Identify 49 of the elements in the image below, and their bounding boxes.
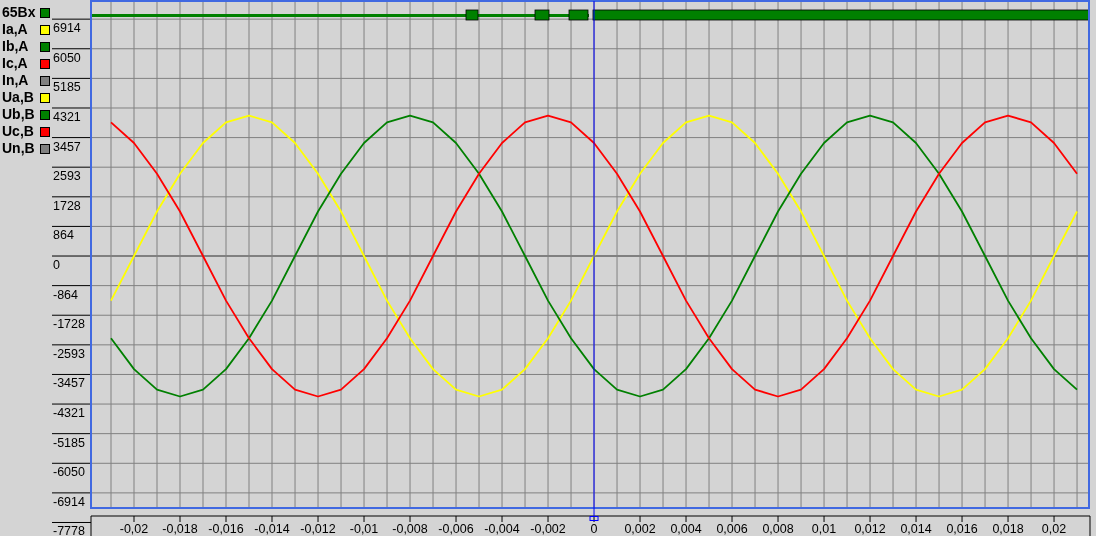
legend-label: Ic,A [2,55,29,72]
y-tick-label: 6050 [53,50,81,65]
y-tick-label: 864 [53,228,74,243]
x-tick-label: -0,018 [162,522,198,536]
x-tick-label: -0,012 [300,522,336,536]
y-tick-label: -7778 [53,524,85,536]
y-tick-label: -6050 [53,465,85,480]
x-tick-label: -0,016 [208,522,244,536]
x-tick-label: 0 [590,522,598,536]
legend-label: Uc,B [2,123,35,140]
x-tick-label: -0,006 [438,522,474,536]
x-tick-label: 0,008 [762,522,794,536]
y-tick-label: -5185 [53,435,85,450]
x-tick-label: 0,014 [900,522,932,536]
x-tick-label: -0,008 [392,522,428,536]
cursor-handle[interactable] [589,516,599,521]
x-tick-label: 0,01 [811,522,837,536]
y-tick-label: 0 [53,258,60,272]
y-tick-label: 2593 [53,169,81,184]
x-tick-label: -0,014 [254,522,290,536]
y-tick-label: 5185 [53,80,81,95]
y-tick-label: -4321 [53,406,85,421]
legend-label: Ub,B [2,106,36,123]
legend-label: Ib,A [2,38,30,55]
y-tick-label: 1728 [53,198,81,213]
y-tick-label: 3457 [53,139,81,154]
x-tick-label: 0,018 [992,522,1024,536]
y-tick-label: 6914 [53,21,81,36]
y-tick-label: -3457 [53,376,85,391]
legend-label: Un,B [2,140,36,157]
y-tick-label: -6914 [53,494,85,509]
legend-label: Ia,A [2,21,29,38]
y-tick-label: -1728 [53,317,85,332]
legend-label: In,A [2,72,30,89]
x-tick-label: -0,01 [349,522,379,536]
legend-label: 65Bx [2,4,37,21]
y-tick-label: -2593 [53,346,85,361]
x-tick-label: 0,012 [854,522,886,536]
x-tick-label: -0,004 [484,522,520,536]
legend-label: Ua,B [2,89,35,106]
y-tick-label: -864 [53,287,79,302]
x-tick-label: 0,006 [716,522,748,536]
x-tick-label: 0,002 [624,522,656,536]
x-tick-label: -0,02 [119,522,149,536]
x-tick-label: 0,02 [1041,522,1067,536]
y-tick-label: 4321 [53,110,81,124]
x-tick-label: -0,002 [530,522,566,536]
x-tick-label: 0,004 [670,522,702,536]
x-tick-label: 0,016 [946,522,978,536]
